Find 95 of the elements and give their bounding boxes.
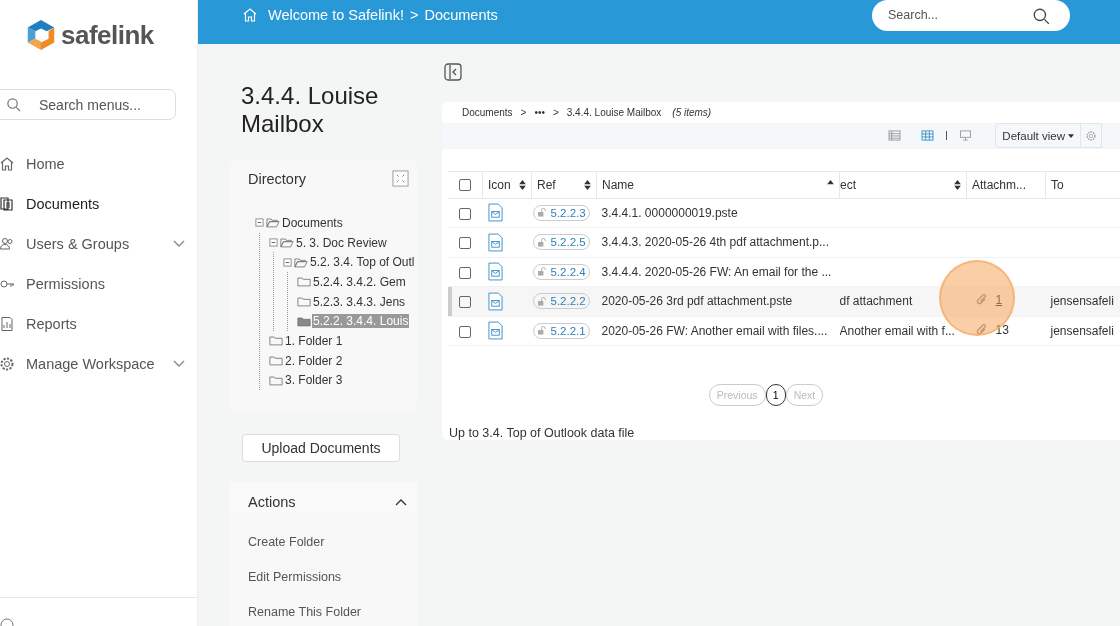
tree-item[interactable]: 3. Folder 3 (284, 373, 344, 388)
email-file-icon (487, 232, 503, 252)
email-file-icon (487, 262, 503, 282)
table-cell: 3.4.4.3. 2020-05-26 4th pdf attachment.p... (601, 235, 829, 250)
paperclip-icon (975, 294, 988, 307)
collapse-icon[interactable] (255, 218, 264, 228)
collapse-icon[interactable] (283, 257, 292, 267)
tree-item[interactable]: 5.2.4. 3.4.2. Gem (312, 274, 407, 289)
checkbox[interactable] (459, 296, 472, 309)
folder-icon (297, 315, 311, 327)
breadcrumb-link[interactable]: ••• (534, 106, 545, 118)
folder-icon (266, 217, 280, 229)
brand-name: safelink (61, 19, 154, 51)
tree-item[interactable]: 2. Folder 2 (284, 353, 344, 368)
collapse-icon[interactable] (269, 238, 278, 248)
checkbox[interactable] (459, 207, 472, 220)
grid-view-icon[interactable] (921, 130, 935, 142)
table-cell: jensensafeli (1050, 294, 1114, 309)
folder-icon (269, 374, 283, 386)
column-header[interactable]: To (1045, 171, 1120, 198)
menu-item[interactable]: Home (0, 152, 197, 175)
folder-icon (269, 355, 283, 367)
column-header[interactable]: Ref (531, 171, 597, 198)
column-header[interactable]: Attachm... (966, 171, 1046, 198)
lock-icon (536, 296, 548, 306)
settings-icon (1085, 129, 1097, 142)
home-icon[interactable] (242, 6, 258, 23)
menu-item[interactable]: Documents (0, 192, 197, 215)
lock-icon (536, 237, 548, 247)
search-field[interactable]: Search menus... (0, 89, 176, 120)
folder-icon (269, 335, 283, 347)
action-link[interactable]: Rename This Folder (229, 605, 417, 619)
report-icon (0, 315, 15, 332)
page-title: 3.4.4. Louise Mailbox (241, 82, 380, 138)
menu-item[interactable]: Manage Workspace (0, 352, 197, 375)
checkbox[interactable] (459, 237, 472, 250)
email-file-icon (487, 291, 503, 311)
email-file-icon (487, 203, 503, 223)
table-cell: 2020-05-26 FW: Another email with files.... (601, 323, 828, 338)
menu-item[interactable]: Users & Groups (0, 232, 197, 255)
lock-icon (536, 326, 548, 336)
checkbox[interactable] (459, 266, 472, 279)
checkbox[interactable] (459, 325, 472, 338)
menu-item[interactable]: Reports (0, 312, 197, 335)
parent-folder-link[interactable]: Up to 3.4. Top of Outlook data file (442, 406, 1120, 440)
view-dropdown[interactable]: Default view (995, 123, 1081, 149)
folder-icon (297, 276, 311, 288)
lock-icon (536, 208, 548, 218)
table-cell: 3.4.4.4. 2020-05-26 FW: An email for the ... (601, 264, 832, 279)
home-icon (0, 155, 15, 172)
search-icon (6, 97, 21, 112)
breadcrumb-separator: > (520, 106, 527, 118)
tree-item[interactable]: 5. 3. Doc Review (295, 235, 388, 250)
lock-icon (536, 267, 548, 277)
page-button[interactable]: 1 (765, 384, 786, 406)
paperclip-icon (975, 323, 988, 336)
tree-item[interactable]: 5.2. 3.4. Top of Outl (309, 255, 416, 270)
chevron-up-icon[interactable] (395, 498, 407, 506)
column-header[interactable]: ect (839, 171, 967, 198)
folder-icon (280, 237, 294, 249)
folder-icon (294, 256, 308, 268)
menu-item[interactable]: Permissions (0, 272, 197, 295)
panel-title: Actions (248, 494, 296, 510)
panel-title: Directory (248, 170, 306, 187)
column-header[interactable]: Name (596, 171, 840, 198)
table-cell: jensensafeli (1050, 323, 1114, 338)
column-header[interactable]: Icon (482, 171, 532, 198)
table-cell: Another email with f... (839, 323, 955, 338)
search-icon[interactable] (1032, 6, 1050, 25)
checkbox[interactable] (459, 179, 471, 192)
table-cell: 3.4.4.1. 0000000019.pste (601, 205, 738, 220)
breadcrumb-separator: > (552, 106, 559, 118)
gear-icon (0, 355, 15, 372)
item-count: (5 items) (672, 106, 712, 118)
email-file-icon (487, 321, 503, 341)
search-field[interactable]: Search... (872, 0, 1070, 31)
sort-icon (519, 179, 526, 190)
action-link[interactable]: Create Folder (229, 535, 417, 549)
sort-icon (584, 179, 591, 190)
table-cell: df attachment (839, 294, 913, 309)
breadcrumb-link[interactable]: 3.4.4. Louise Mailbox (566, 106, 662, 118)
attachment-count[interactable]: 13 (995, 322, 1009, 337)
users-icon (0, 235, 15, 252)
folder-icon (297, 296, 311, 308)
tree-item[interactable]: Documents (281, 215, 344, 230)
tree-item[interactable]: 1. Folder 1 (284, 333, 344, 348)
sort-icon (954, 179, 961, 190)
collapse-panel-icon[interactable] (444, 63, 462, 81)
caret-icon (1068, 133, 1074, 138)
action-link[interactable]: Edit Permissions (229, 570, 417, 584)
tree-item[interactable]: 5.2.3. 3.4.3. Jens (312, 294, 407, 309)
breadcrumb-link[interactable]: Documents (462, 106, 513, 118)
breadcrumb-separator: > (409, 6, 419, 23)
upload-button[interactable]: Upload Documents (242, 434, 400, 462)
table-cell: 2020-05-26 3rd pdf attachment.pste (601, 294, 793, 309)
